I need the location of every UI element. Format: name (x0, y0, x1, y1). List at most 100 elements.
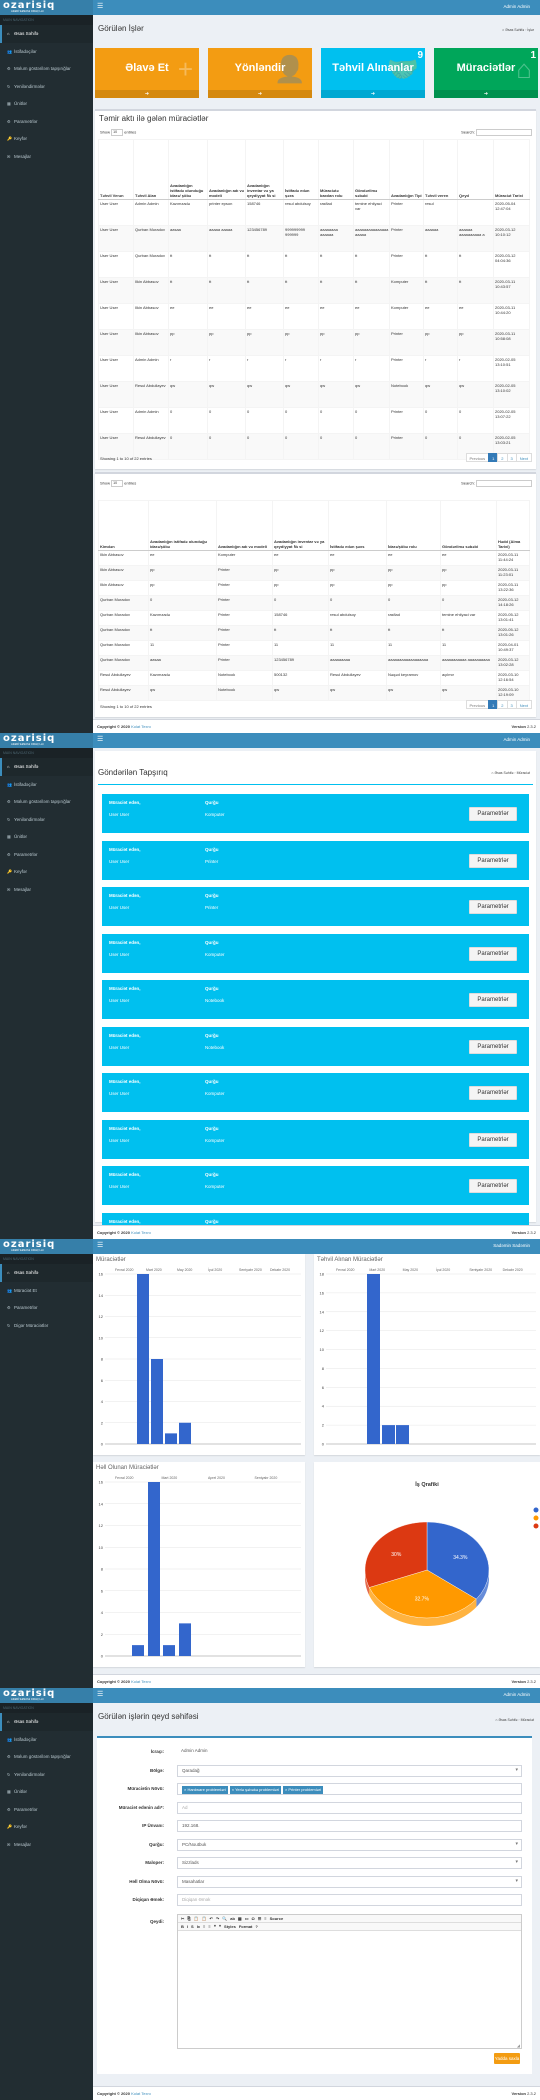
editor-tool-button[interactable]: Source (270, 1915, 284, 1922)
editor-tool-button[interactable]: ab (230, 1915, 235, 1922)
sidebar-item[interactable]: ✉ Mesajlar (0, 148, 93, 166)
editor-tool-button[interactable]: ▦ (238, 1915, 242, 1922)
page-size-select[interactable]: 10 (111, 480, 124, 487)
editor-tool-button[interactable]: ⎘ (187, 1915, 190, 1922)
select-field[interactable]: PC/Noutbuk (177, 1838, 522, 1851)
editor-tool-button[interactable]: ≡ (203, 1923, 205, 1930)
user-menu[interactable]: Sadəmin Sadəmin (493, 1243, 530, 1248)
menu-toggle-icon[interactable]: ☰ (97, 3, 103, 11)
menu-toggle-icon[interactable]: ☰ (97, 1242, 103, 1250)
user-menu[interactable]: Admin Admin (503, 4, 530, 9)
column-header[interactable]: İstifadə edən şəxs (283, 139, 319, 200)
brand-logo[interactable]: ozarisiq AZƏRİ SƏNAYƏ CIRAQ LLC (0, 1688, 93, 1703)
sidebar-item[interactable]: ⌂ Əsas Səhifə (0, 758, 93, 776)
user-menu[interactable]: Admin Admin (503, 737, 530, 742)
sidebar-item[interactable]: 👥 Müraciət Et (0, 1282, 93, 1300)
editor-tool-button[interactable]: Format (239, 1923, 253, 1930)
bar[interactable] (179, 1623, 191, 1656)
selected-tag[interactable]: × Hardware problemləri (182, 1786, 228, 1794)
sidebar-item[interactable]: ⚙ Məlum göstəriləm tapşırığlar (0, 60, 93, 78)
editor-tool-button[interactable]: 📋 (194, 1915, 199, 1922)
bar[interactable] (132, 1645, 144, 1656)
menu-toggle-icon[interactable]: ☰ (97, 736, 103, 744)
selected-tag[interactable]: × Yerlə şəbəkə problemləri (229, 1786, 281, 1794)
column-header[interactable]: Təhvil veren (423, 139, 458, 200)
editor-tool-button[interactable]: ≡ (208, 1923, 210, 1930)
bar[interactable] (137, 1274, 149, 1444)
sidebar-item[interactable]: ⌂ Əsas Səhifə (0, 1264, 93, 1282)
sidebar-item[interactable]: 👥 İstifadəçilər (0, 1731, 93, 1749)
select-field[interactable]: Masahatlar (177, 1875, 522, 1888)
column-header[interactable]: Avadanlığın Tipi (389, 139, 424, 200)
request-type-multiselect[interactable]: × Hardware problemləri × Yerlə şəbəkə pro… (177, 1783, 522, 1795)
parameters-button[interactable]: Parametrlər (469, 807, 517, 821)
sidebar-item[interactable]: ⚙ Parametrlər (0, 1801, 93, 1819)
column-header[interactable]: Kimdən (98, 500, 149, 551)
parameters-button[interactable]: Parametrlər (469, 1132, 517, 1147)
save-button[interactable]: Yadda saxla (494, 2053, 520, 2064)
select-field[interactable]: Sizzlads (177, 1857, 522, 1869)
pagination-link[interactable]: Previous (465, 453, 490, 462)
editor-tool-button[interactable]: 📋 (202, 1915, 207, 1922)
editor-tool-button[interactable]: ▭ (245, 1915, 249, 1922)
bar[interactable] (151, 1359, 163, 1444)
bar[interactable] (367, 1274, 380, 1444)
sidebar-item[interactable]: ↻ Yeniləndirmələr (0, 1766, 93, 1784)
action-tile[interactable]: 🤝 Təhvil Alınanlar ➜ 9 (321, 48, 425, 98)
bar[interactable] (148, 1482, 160, 1656)
sidebar-item[interactable]: ▦ Ünitlər (0, 1783, 93, 1801)
text-input[interactable]: Ad (177, 1801, 522, 1814)
action-tile[interactable]: ⌂ Müraciətlər ➜ 1 (434, 48, 538, 98)
bar[interactable] (163, 1645, 175, 1656)
editor-tool-button[interactable]: ✂ (181, 1915, 184, 1922)
selected-tag[interactable]: × Printer problemləri (282, 1786, 324, 1794)
bar[interactable] (382, 1425, 395, 1444)
column-header[interactable]: Müraciət Tarixi (493, 139, 530, 200)
select-field[interactable]: Qaradağ (177, 1764, 522, 1777)
sidebar-item[interactable]: ⌂ Əsas Səhifə (0, 1713, 93, 1731)
editor-tool-button[interactable]: Ω (251, 1915, 254, 1922)
sidebar-item[interactable]: ⚙ Parametrlər (0, 846, 93, 864)
pagination-link[interactable]: Previous (465, 700, 490, 709)
search-input[interactable] (476, 480, 532, 487)
editor-tool-button[interactable]: 🔍 (222, 1915, 227, 1922)
editor-tool-button[interactable]: ≡ (264, 1915, 266, 1922)
sidebar-item[interactable]: 🔑 Keyfər (0, 130, 93, 148)
editor-tool-button[interactable]: ↷ (216, 1915, 219, 1922)
parameters-button[interactable]: Parametrlər (469, 1179, 517, 1193)
sidebar-item[interactable]: 👥 İstifadəçilər (0, 776, 93, 794)
sidebar-item[interactable]: ▦ Ünitlər (0, 95, 93, 113)
column-header[interactable]: Göndərilmə səbəbi (440, 500, 497, 551)
pagination-link[interactable]: Next (515, 453, 532, 462)
editor-tool-button[interactable]: S (191, 1923, 194, 1930)
sidebar-item[interactable]: ↻ Yeniləndirmələr (0, 811, 93, 829)
column-header[interactable]: İdarə/şöbə rolu (386, 500, 441, 551)
sidebar-item[interactable]: ⚙ Parametrlər (0, 113, 93, 131)
brand-logo[interactable]: ozarisiq AZƏRİ SƏNAYƏ CIRAQ LLC (0, 733, 93, 748)
bar[interactable] (396, 1425, 409, 1444)
editor-tool-button[interactable]: ❝ (214, 1923, 216, 1930)
page-size-select[interactable]: 10 (111, 129, 124, 136)
editor-tool-button[interactable]: Ix (197, 1923, 200, 1930)
sidebar-item[interactable]: ✉ Mesajlar (0, 1836, 93, 1854)
action-tile[interactable]: + Əlavə Et ➜ (95, 48, 199, 98)
column-header[interactable]: Müraciətə baxılan rolu (318, 139, 354, 200)
parameters-button[interactable]: Parametrlər (469, 946, 517, 961)
column-header[interactable]: Təhvil Verən (98, 139, 134, 200)
parameters-button[interactable]: Parametrlər (469, 1039, 517, 1054)
bar[interactable] (179, 1422, 191, 1444)
search-input[interactable] (476, 129, 532, 136)
brand-logo[interactable]: ozarisiq AZƏRİ SƏNAYƏ CIRAQ LLC (0, 0, 93, 15)
tile-footer-arrow-icon[interactable]: ➜ (434, 90, 538, 98)
menu-toggle-icon[interactable]: ☰ (97, 1691, 103, 1699)
sidebar-item[interactable]: ↻ Yeniləndirmələr (0, 78, 93, 96)
column-header[interactable]: Göndərilmə səbəbi (353, 139, 390, 200)
brand-logo[interactable]: ozarisiq AZƏRİ SƏNAYƏ CIRAQ LLC (0, 1239, 93, 1254)
editor-tool-button[interactable]: I (187, 1923, 188, 1930)
parameters-button[interactable]: Parametrlər (469, 993, 517, 1007)
column-header[interactable]: Avadanlığın adı və modeli (216, 500, 273, 551)
sidebar-item[interactable]: 🔑 Keyfər (0, 1818, 93, 1836)
action-tile[interactable]: 👤 Yönləndir ➜ (208, 48, 312, 98)
column-header[interactable]: İstifadə edən şəxs (328, 500, 387, 551)
column-header[interactable]: Avadanlığın inventar və ya qeydiyyat № s… (245, 139, 284, 200)
